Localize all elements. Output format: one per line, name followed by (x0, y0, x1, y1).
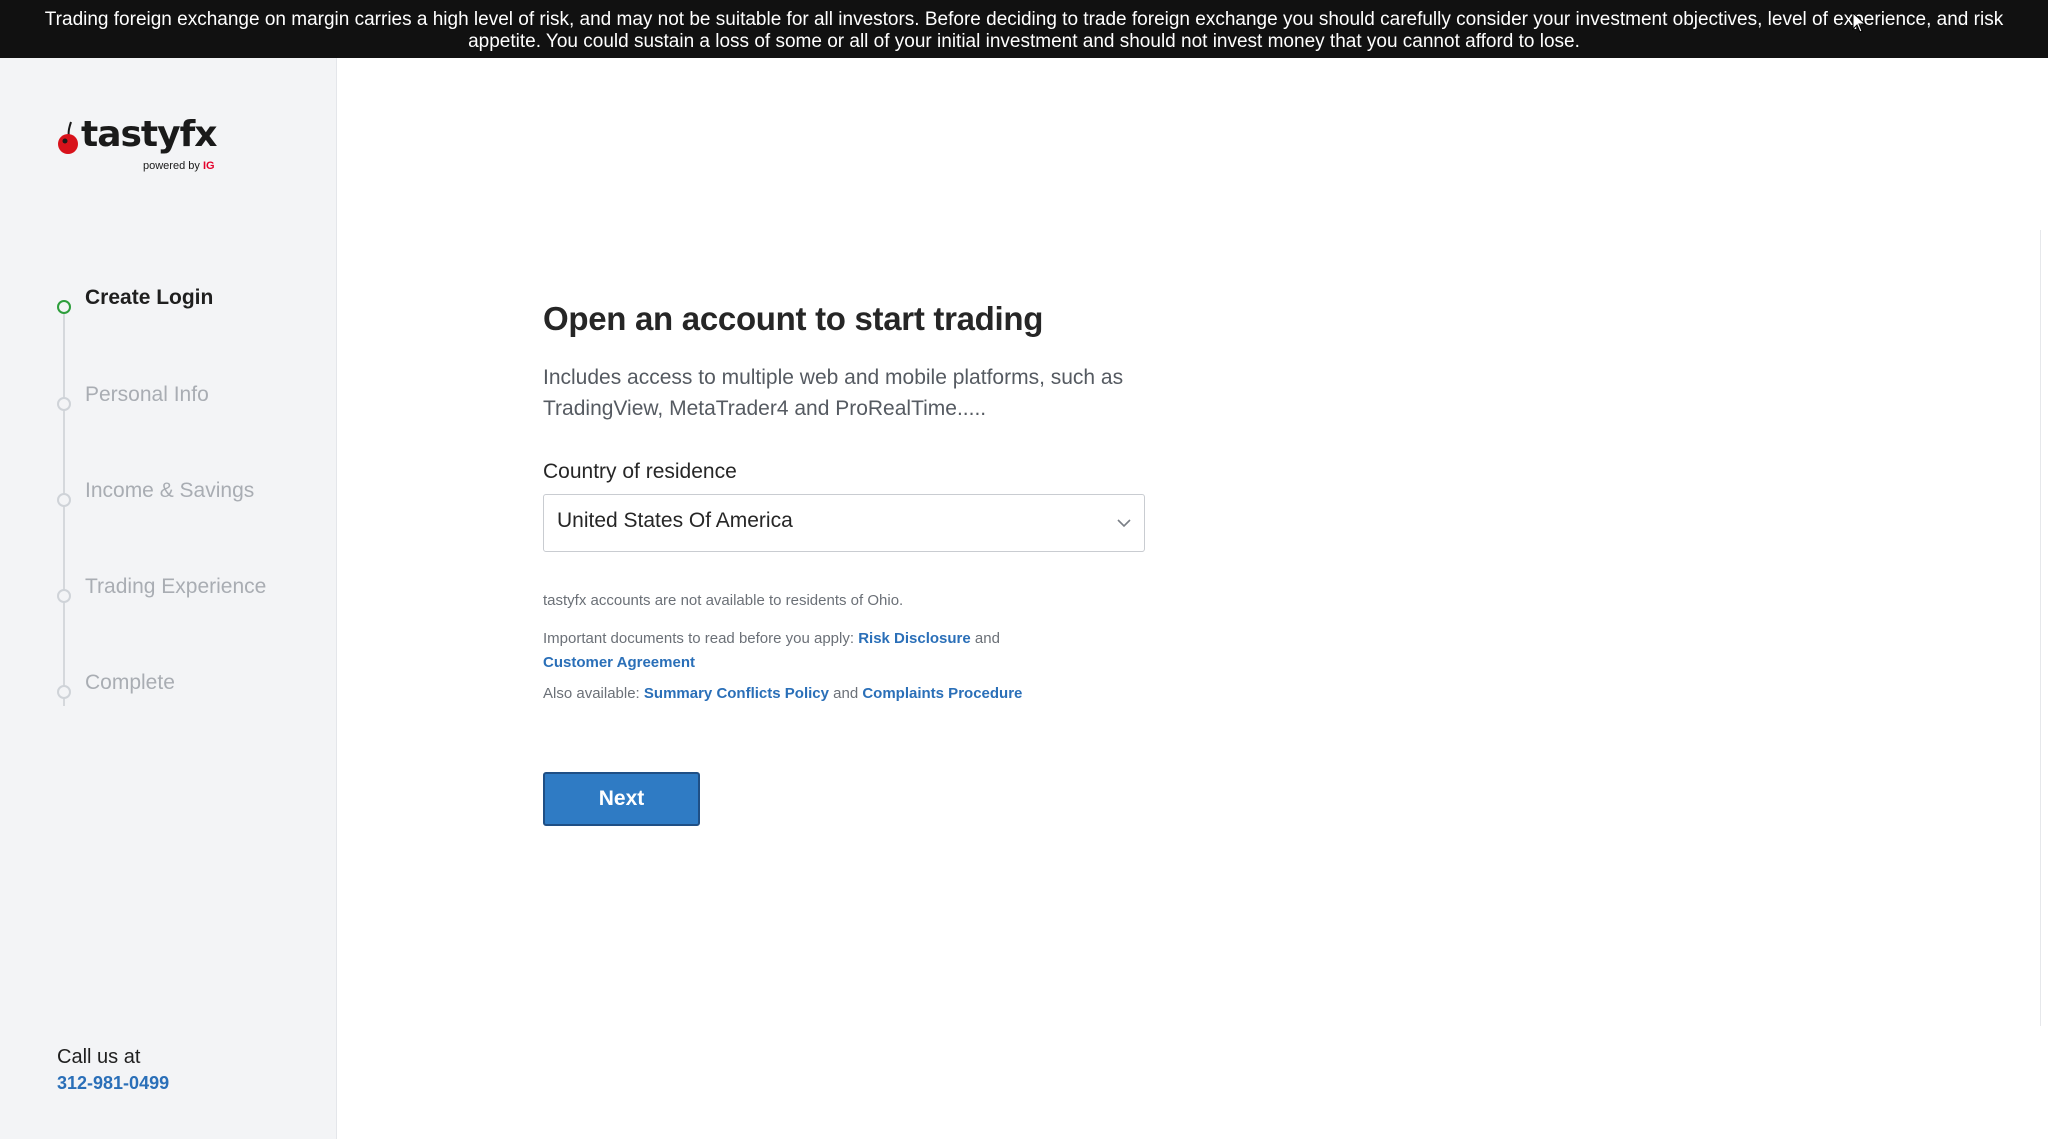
also-prefix: Also available: (543, 685, 640, 702)
account-form: Open an account to start trading Include… (543, 300, 1163, 826)
step-trading-experience: Trading Experience (57, 575, 317, 605)
important-documents: Important documents to read before you a… (543, 627, 1103, 675)
step-indicator-icon (57, 685, 71, 699)
ig-brand-text: IG (202, 160, 215, 172)
powered-by-label: powered by IG (143, 160, 215, 172)
contact-section: Call us at 312-981-0499 (57, 1046, 169, 1094)
docs-prefix: Important documents to read before you a… (543, 630, 855, 647)
step-indicator-icon (57, 493, 71, 507)
mouse-cursor-icon (1852, 12, 1867, 33)
step-label: Create Login (85, 286, 214, 309)
tastyfx-logo[interactable]: tastyfx powered by IG (57, 114, 227, 174)
chevron-down-icon (1117, 519, 1131, 528)
step-label: Personal Info (85, 383, 209, 406)
step-complete: Complete (57, 671, 317, 701)
powered-by-text: powered by (143, 160, 200, 172)
risk-disclosure-link[interactable]: Risk Disclosure (858, 630, 971, 647)
phone-number-link[interactable]: 312-981-0499 (57, 1073, 169, 1094)
step-personal-info: Personal Info (57, 383, 317, 413)
also-available: Also available: Summary Conflicts Policy… (543, 685, 1163, 702)
page-subtitle: Includes access to multiple web and mobi… (543, 366, 1124, 420)
risk-warning-text: Trading foreign exchange on margin carri… (44, 9, 2004, 52)
summary-conflicts-policy-link[interactable]: Summary Conflicts Policy (644, 685, 829, 702)
step-label: Complete (85, 671, 175, 694)
country-select-value: United States Of America (557, 509, 793, 532)
customer-agreement-link[interactable]: Customer Agreement (543, 654, 695, 671)
complaints-procedure-link[interactable]: Complaints Procedure (862, 685, 1022, 702)
step-indicator-icon (57, 300, 71, 314)
also-and: and (833, 685, 859, 702)
next-button[interactable]: Next (543, 772, 700, 826)
call-us-label: Call us at (57, 1046, 141, 1068)
sidebar: tastyfx powered by IG Create Login Perso… (0, 58, 337, 1139)
docs-and: and (974, 630, 1000, 647)
step-label: Trading Experience (85, 575, 267, 598)
step-indicator-icon (57, 589, 71, 603)
step-create-login: Create Login (57, 286, 317, 316)
step-income-savings: Income & Savings (57, 479, 317, 509)
country-select[interactable]: United States Of America (543, 494, 1145, 552)
step-label: Income & Savings (85, 479, 255, 502)
country-label: Country of residence (543, 460, 737, 483)
scrollbar[interactable] (2040, 230, 2048, 1026)
residency-note: tastyfx accounts are not available to re… (543, 592, 904, 609)
step-indicator-icon (57, 397, 71, 411)
page-title: Open an account to start trading (543, 300, 1044, 337)
logo-wordmark: tastyfx (81, 114, 217, 155)
cherry-icon (58, 121, 78, 154)
risk-warning-banner: Trading foreign exchange on margin carri… (0, 0, 2048, 58)
